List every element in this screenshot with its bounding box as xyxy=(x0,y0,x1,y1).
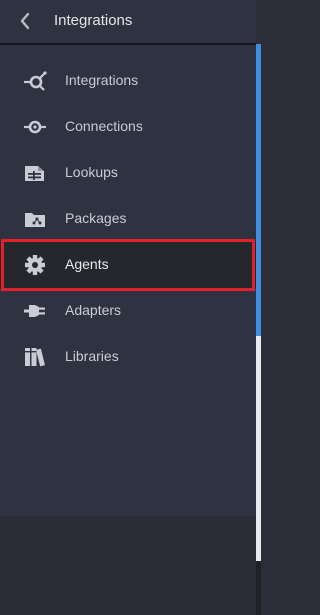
nav-label: Lookups xyxy=(65,164,118,180)
integrations-hub-icon xyxy=(24,71,47,91)
gear-icon xyxy=(25,255,45,275)
nav-item-packages[interactable]: Packages xyxy=(0,196,256,242)
nav-label: Libraries xyxy=(65,348,119,364)
nav-item-agents[interactable]: Agents xyxy=(0,242,256,288)
nav-label: Packages xyxy=(65,210,127,226)
packages-folder-icon xyxy=(25,213,45,227)
connections-plug-icon xyxy=(24,120,46,134)
header-title: Integrations xyxy=(54,12,133,29)
nav-item-adapters[interactable]: Adapters xyxy=(0,288,256,334)
libraries-books-icon xyxy=(25,348,45,367)
integrations-navigation-screen: Integrations Integrations Connections Lo… xyxy=(0,0,261,615)
nav-label: Integrations xyxy=(65,72,139,88)
nav-label: Connections xyxy=(65,118,143,134)
nav-label: Adapters xyxy=(65,302,122,318)
accent-strip xyxy=(256,44,261,336)
chevron-left-icon xyxy=(20,12,30,30)
adapter-plug-icon xyxy=(24,305,45,317)
panel-header: Integrations xyxy=(0,0,256,45)
content-light-edge xyxy=(256,336,261,561)
nav-list: Integrations Connections Lookups Package… xyxy=(0,58,256,380)
nav-item-integrations[interactable]: Integrations xyxy=(0,58,256,104)
panel-footer-area xyxy=(0,516,256,615)
nav-label: Agents xyxy=(65,256,109,272)
nav-item-libraries[interactable]: Libraries xyxy=(0,334,256,380)
lookups-table-icon xyxy=(25,166,44,181)
nav-item-connections[interactable]: Connections xyxy=(0,104,256,150)
back-button[interactable] xyxy=(16,10,36,32)
content-area-edge xyxy=(256,44,261,615)
navigation-panel: Integrations Integrations Connections Lo… xyxy=(0,0,256,615)
nav-item-lookups[interactable]: Lookups xyxy=(0,150,256,196)
